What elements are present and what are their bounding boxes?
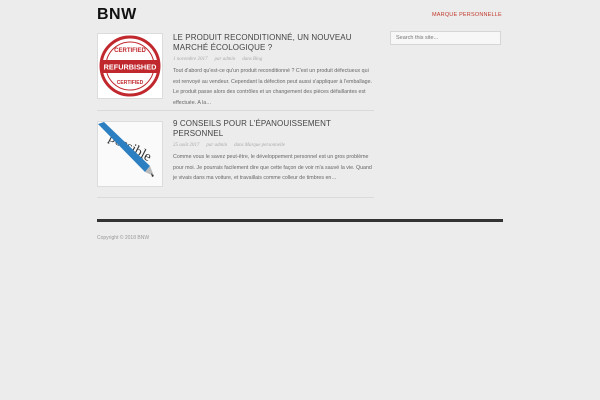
post-divider (97, 110, 374, 111)
stamp-middle-text: REFURBISHED (104, 63, 157, 72)
footer-divider (97, 219, 503, 222)
post-author[interactable]: par admin (215, 57, 236, 62)
post-item: possible 9 conseils pour l'épanouissemen… (97, 119, 374, 189)
post-thumbnail[interactable]: possible (97, 121, 163, 187)
pen-writing-icon: possible (98, 122, 162, 186)
post-title[interactable]: Le produit reconditionné, un nouveau mar… (173, 33, 373, 53)
post-thumbnail[interactable]: CERTIFIED REFURBISHED CERTIFIED (97, 33, 163, 99)
post-meta: 25 août 2017 par admin dans Marque personn… (173, 143, 373, 148)
post-excerpt: Comme vous le savez peut-être, le dévelo… (173, 154, 372, 181)
post-title[interactable]: 9 conseils pour l'épanouissement personn… (173, 119, 373, 139)
nav-link-marque-personnelle[interactable]: Marque personnelle (432, 12, 502, 18)
site-title[interactable]: BNW (97, 6, 137, 24)
stamp-bottom-text: CERTIFIED (117, 80, 144, 86)
post-item: CERTIFIED REFURBISHED CERTIFIED Le produ… (97, 33, 374, 106)
post-date[interactable]: 1 novembre 2017 (173, 57, 208, 62)
copyright-text: Copyright © 2018 BNW (97, 235, 150, 241)
post-meta: 1 novembre 2017 par admin dans Blog (173, 57, 373, 62)
post-divider (97, 197, 374, 198)
post-date[interactable]: 25 août 2017 (173, 143, 199, 148)
stamp-top-text: CERTIFIED (114, 48, 146, 54)
post-category[interactable]: dans Blog (242, 57, 262, 62)
search-input[interactable] (390, 31, 501, 45)
post-category[interactable]: dans Marque personnelle (234, 143, 285, 148)
refurbished-stamp-icon: CERTIFIED REFURBISHED CERTIFIED (99, 35, 161, 97)
post-excerpt: Tout d'abord qu'est-ce qu'un produit rec… (173, 68, 373, 106)
post-author[interactable]: par admin (206, 143, 227, 148)
